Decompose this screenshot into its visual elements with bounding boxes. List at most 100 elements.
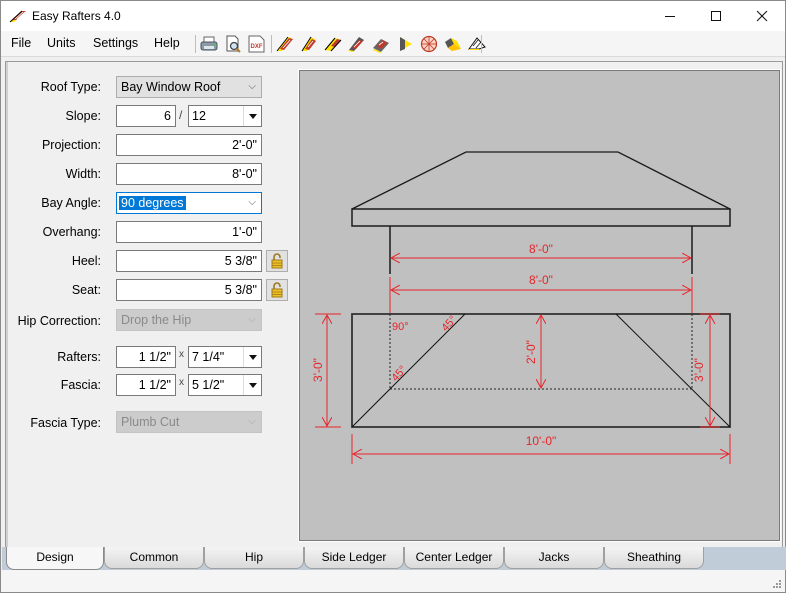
- octagon-roof-icon: [420, 35, 438, 53]
- slope-rise-input[interactable]: 6: [116, 105, 176, 127]
- bay-window-roof-icon: [445, 38, 461, 51]
- dxf-label: DXF: [251, 44, 263, 50]
- tab-sheathing[interactable]: Sheathing: [604, 547, 704, 569]
- common-rafter-button[interactable]: [275, 34, 295, 54]
- toolbar-separator: [271, 35, 272, 53]
- shed-roof-button[interactable]: [395, 34, 415, 54]
- dim-label-overall-width: 10'-0": [526, 434, 557, 448]
- seat-value: 5 3/8": [224, 283, 257, 297]
- gable-roof-button[interactable]: [323, 34, 343, 54]
- export-dxf-button[interactable]: DXF: [247, 34, 267, 54]
- print-preview-icon: [226, 35, 241, 53]
- width-value: 8'-0": [232, 167, 257, 181]
- rafter-depth-dropdown[interactable]: 7 1/4": [188, 346, 262, 368]
- tab-hip[interactable]: Hip: [204, 547, 304, 569]
- seat-input[interactable]: 5 3/8": [116, 279, 262, 301]
- dropdown-arrow-icon[interactable]: [243, 375, 261, 395]
- menu-file[interactable]: File: [11, 36, 31, 50]
- fascia-thickness-input[interactable]: 1 1/2": [116, 374, 176, 396]
- fascia-thickness-value: 1 1/2": [138, 378, 171, 392]
- menu-units[interactable]: Units: [47, 36, 75, 50]
- dropdown-arrow-icon[interactable]: [243, 347, 261, 367]
- valley-roof-button[interactable]: [371, 34, 391, 54]
- angle-label-90: 90°: [392, 321, 409, 333]
- menu-bar: File Units Settings Help DXF: [1, 31, 785, 57]
- tab-common[interactable]: Common: [104, 547, 204, 569]
- menu-help[interactable]: Help: [154, 36, 180, 50]
- common-rafter-icon: [276, 36, 293, 52]
- bay-angle-value[interactable]: 90 degrees: [119, 196, 186, 210]
- print-preview-button[interactable]: [223, 34, 243, 54]
- plan-view: 90° 45° 45° 3'-0" 2'-0" 3'-0" 10'-0": [311, 313, 731, 464]
- minimize-button[interactable]: [647, 1, 693, 31]
- dim-label-right-depth: 3'-0": [692, 358, 706, 382]
- print-button[interactable]: [199, 34, 219, 54]
- overhang-label: Overhang:: [42, 225, 101, 239]
- tab-side-ledger[interactable]: Side Ledger: [304, 547, 404, 569]
- resize-grip-icon[interactable]: [772, 579, 782, 589]
- tab-center-ledger[interactable]: Center Ledger: [404, 547, 504, 569]
- fascia-type-select: Plumb Cut ⌵: [116, 411, 262, 433]
- hip-rafter-icon: [301, 36, 316, 52]
- tab-design[interactable]: Design: [6, 547, 104, 570]
- window-title: Easy Rafters 4.0: [32, 9, 121, 23]
- maximize-button[interactable]: [693, 1, 739, 31]
- slope-separator: /: [179, 108, 183, 122]
- overhang-value: 1'-0": [232, 225, 257, 239]
- rafter-thickness-value: 1 1/2": [138, 350, 171, 364]
- roof-type-select[interactable]: Bay Window Roof ⌵: [116, 76, 262, 98]
- menu-settings[interactable]: Settings: [93, 36, 138, 50]
- slope-run-dropdown[interactable]: 12: [188, 105, 262, 127]
- printer-icon: [200, 36, 218, 51]
- status-bar: [1, 570, 785, 592]
- bay-angle-label: Bay Angle:: [41, 196, 101, 210]
- heel-lock-button[interactable]: [266, 250, 288, 272]
- angle-label-45-bottom: 45°: [389, 364, 409, 384]
- slope-run-value: 12: [192, 109, 206, 123]
- app-window: Easy Rafters 4.0 File Units Settings Hel…: [0, 0, 786, 593]
- projection-input[interactable]: 2'-0": [116, 134, 262, 156]
- hip-roof-icon: [348, 37, 364, 52]
- roof-type-label: Roof Type:: [40, 80, 101, 94]
- rafters-separator: x: [179, 349, 184, 360]
- seat-label: Seat:: [71, 283, 101, 297]
- heel-value: 5 3/8": [224, 254, 257, 268]
- dormer-roof-button[interactable]: [467, 34, 487, 54]
- close-button[interactable]: [739, 1, 785, 31]
- hip-rafter-button[interactable]: [299, 34, 319, 54]
- dropdown-arrow-icon[interactable]: [243, 106, 261, 126]
- fascia-depth-dropdown[interactable]: 5 1/2": [188, 374, 262, 396]
- seat-lock-button[interactable]: [266, 279, 288, 301]
- drawing-panel: 8'-0" 8'-0" 90° 45° 45° 3'-0" 2'-0" 3'-0…: [298, 69, 781, 542]
- fascia-depth-value: 5 1/2": [192, 378, 225, 392]
- dim-label-left-depth: 3'-0": [311, 358, 325, 382]
- heel-input[interactable]: 5 3/8": [116, 250, 262, 272]
- shed-roof-icon: [400, 37, 412, 51]
- bay-angle-combo[interactable]: 90 degrees ⌵: [116, 192, 262, 214]
- unlock-icon: [271, 253, 283, 269]
- hip-roof-button[interactable]: [347, 34, 367, 54]
- tab-strip: Design Common Hip Side Ledger Center Led…: [2, 547, 786, 570]
- dim-label-wall-width: 8'-0": [529, 242, 553, 256]
- fascia-type-value: Plumb Cut: [121, 415, 180, 429]
- title-bar: Easy Rafters 4.0: [1, 1, 785, 31]
- width-input[interactable]: 8'-0": [116, 163, 262, 185]
- octagon-roof-button[interactable]: [419, 34, 439, 54]
- bay-window-roof-button[interactable]: [443, 34, 463, 54]
- minimize-icon: [665, 16, 675, 17]
- heel-label: Heel:: [71, 254, 101, 268]
- fascia-type-label: Fascia Type:: [30, 416, 101, 430]
- projection-label: Projection:: [41, 138, 101, 152]
- slope-label: Slope:: [65, 109, 101, 123]
- toolbar-separator: [481, 35, 482, 53]
- tab-jacks[interactable]: Jacks: [504, 547, 604, 569]
- rafter-thickness-input[interactable]: 1 1/2": [116, 346, 176, 368]
- chevron-down-icon[interactable]: ⌵: [248, 193, 256, 213]
- dim-label-projection: 2'-0": [524, 340, 538, 364]
- angle-label-45-top: 45°: [439, 314, 459, 334]
- overhang-input[interactable]: 1'-0": [116, 221, 262, 243]
- dormer-roof-icon: [468, 37, 486, 50]
- app-logo-icon: [9, 10, 26, 23]
- roof-type-value: Bay Window Roof: [121, 80, 221, 94]
- unlock-icon: [271, 282, 283, 298]
